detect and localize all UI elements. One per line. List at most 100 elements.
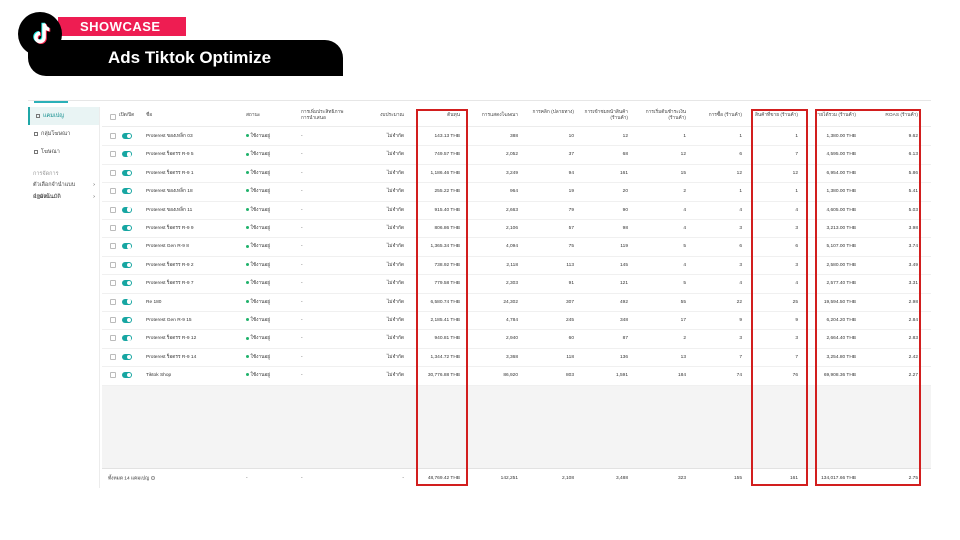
- campaign-toggle[interactable]: [122, 353, 132, 360]
- row-name[interactable]: Proterest ร็อดรร R-9 7: [146, 281, 194, 287]
- table-row[interactable]: Proterest Gen R-9 15 ใช้งานอยู่ - ไม่จำกัด 2…: [102, 312, 931, 331]
- row-name[interactable]: Proterest ร็อดรร R-9 5: [146, 152, 194, 158]
- row-checkbox[interactable]: [110, 169, 116, 176]
- row-name[interactable]: Proterest ร็อดรร R-9 9: [146, 226, 194, 232]
- header-product-views[interactable]: การเข้าชมหน้าสินค้า (ร้านค้า): [584, 110, 628, 121]
- header-recommendation[interactable]: การเพิ่มประสิทธิภาพการนำเสนอ: [301, 110, 349, 121]
- header-roas[interactable]: ROAS (ร้านค้า): [874, 113, 918, 119]
- status-text: ใช้งานอยู่: [250, 281, 271, 287]
- campaign-toggle[interactable]: [122, 335, 132, 342]
- row-name[interactable]: Proterest ร็อดรร R-9 14: [146, 355, 196, 361]
- row-name[interactable]: Proterest Gen R-9 15: [146, 318, 192, 324]
- campaign-toggle[interactable]: [122, 261, 132, 268]
- campaign-toggle[interactable]: [122, 169, 132, 176]
- row-checkbox[interactable]: [110, 372, 116, 379]
- header-items-sold[interactable]: สินค้าที่ขาย (ร้านค้า): [754, 113, 798, 119]
- row-checkbox[interactable]: [110, 206, 116, 213]
- row-name[interactable]: Proterest ของเหล็ก 03: [146, 134, 193, 140]
- row-checkbox[interactable]: [110, 353, 116, 360]
- row-budget: ไม่จำกัด: [386, 354, 404, 360]
- row-checkbox[interactable]: [110, 261, 116, 268]
- row-cost: 1,365.34 THB: [430, 244, 460, 250]
- table-row[interactable]: Proterest ร็อดรร R-9 2 ใช้งานอยู่ - ไม่จำกั…: [102, 257, 931, 276]
- status-text: ใช้งานอยู่: [250, 152, 271, 158]
- sidebar-item-campaigns[interactable]: แคมเปญ: [28, 107, 99, 125]
- row-checkbox[interactable]: [110, 280, 116, 287]
- row-views: 98: [622, 226, 628, 231]
- header-purchases[interactable]: การซื้อ (ร้านค้า): [700, 113, 742, 119]
- table-row[interactable]: Proterest ร็อดรร R-9 1 ใช้งานอยู่ - ไม่จำกั…: [102, 165, 931, 184]
- header-status[interactable]: สถานะ: [246, 113, 260, 119]
- sidebar-subitem-bulk[interactable]: ตัวเลือกจำนำแบบจำนวน... ›: [28, 179, 99, 200]
- row-recommendation: -: [301, 262, 303, 268]
- campaign-toggle[interactable]: [122, 317, 132, 323]
- status-badge: ใช้งานอยู่: [246, 336, 270, 342]
- row-purchases: 6: [739, 152, 742, 158]
- table-row[interactable]: Proterest ร็อดรร R-9 12 ใช้งานอยู่ - ไม่จำก…: [102, 330, 931, 349]
- select-all-checkbox[interactable]: [110, 114, 116, 120]
- campaign-toggle[interactable]: [122, 188, 132, 195]
- status-dot-icon: [246, 299, 249, 303]
- status-badge: ใช้งานอยู่: [246, 226, 270, 232]
- footer-clicks: 2,108: [561, 476, 574, 481]
- row-checkbox[interactable]: [110, 317, 116, 323]
- campaign-toggle[interactable]: [122, 298, 132, 305]
- row-checkbox[interactable]: [110, 335, 116, 342]
- table-row[interactable]: Proterest Gen R-9 8 ใช้งานอยู่ - ไม่จำกัด 1,…: [102, 238, 931, 257]
- row-name[interactable]: Proterest ของเหล็ก 18: [146, 189, 193, 195]
- header-checkout[interactable]: การเริ่มต้นชำระเงิน (ร้านค้า): [642, 110, 686, 121]
- row-views: 119: [620, 244, 628, 250]
- table-row[interactable]: Proterest ร็อดรร R-9 7 ใช้งานอยู่ - ไม่จำกั…: [102, 275, 931, 294]
- row-checkbox[interactable]: [110, 188, 116, 195]
- campaign-toggle[interactable]: [122, 225, 132, 231]
- campaign-toggle[interactable]: [122, 133, 132, 139]
- campaign-toggle[interactable]: [122, 206, 132, 213]
- row-checkbox[interactable]: [110, 298, 116, 305]
- campaign-toggle[interactable]: [122, 280, 132, 287]
- row-name[interactable]: Tiktok Shop: [146, 373, 171, 379]
- sidebar-item-ads[interactable]: โฆษณา: [28, 143, 99, 161]
- row-name[interactable]: Proterest ร็อดรร R-9 1: [146, 171, 194, 177]
- status-badge: ใช้งานอยู่: [246, 300, 270, 306]
- row-checkbox[interactable]: [110, 151, 116, 158]
- campaign-toggle[interactable]: [122, 151, 132, 158]
- row-name[interactable]: Proterest Gen R-9 8: [146, 244, 189, 250]
- row-checkbox[interactable]: [110, 133, 116, 139]
- row-checkbox[interactable]: [110, 243, 116, 250]
- row-name[interactable]: Proterest ของเหล็ก 11: [146, 208, 192, 214]
- header-revenue[interactable]: รายได้รวม (ร้านค้า): [810, 113, 856, 119]
- row-recommendation: -: [301, 207, 303, 213]
- row-name[interactable]: Proterest ร็อดรร R-9 12: [146, 336, 196, 342]
- header-name[interactable]: ชื่อ: [146, 113, 152, 119]
- table-row[interactable]: Proterest ของเหล็ก 18 ใช้งานอยู่ - ไม่จำกัด…: [102, 183, 931, 202]
- table-row[interactable]: Proterest ของเหล็ก 11 ใช้งานอยู่ - ไม่จำกัด…: [102, 202, 931, 220]
- header-impressions[interactable]: การแสดงโฆษณา: [474, 113, 518, 119]
- campaign-toggle[interactable]: [122, 372, 132, 379]
- row-purchases: 3: [739, 262, 742, 268]
- table-row[interactable]: Tiktok Shop ใช้งานอยู่ - ไม่จำกัด 30,776.88 …: [102, 367, 931, 386]
- row-recommendation: -: [301, 318, 303, 323]
- table-row[interactable]: Proterest ร็อดรร R-9 9 ใช้งานอยู่ - ไม่จำกั…: [102, 220, 931, 239]
- row-checkbox[interactable]: [110, 225, 116, 231]
- table-row[interactable]: Proterest ร็อดรร R-9 14 ใช้งานอยู่ - ไม่จำก…: [102, 349, 931, 368]
- header-clicks[interactable]: การคลิก (ปลายทาง): [532, 110, 574, 116]
- header-toggle: เปิด/ปิด: [119, 113, 135, 118]
- campaign-toggle[interactable]: [122, 243, 132, 250]
- sidebar-subitem-rules[interactable]: กฎอัตโนมัติ ›: [28, 191, 99, 203]
- row-name[interactable]: Re 180: [146, 300, 161, 306]
- table-row[interactable]: Re 180 ใช้งานอยู่ - ไม่จำกัด 6,580.74 THB 24,…: [102, 294, 931, 312]
- table-row[interactable]: Proterest ของเหล็ก 03 ใช้งานอยู่ - ไม่จำกัด…: [102, 128, 931, 147]
- row-revenue: 1,380.00 THB: [826, 134, 856, 139]
- table-row[interactable]: Proterest ร็อดรร R-9 5 ใช้งานอยู่ - ไม่จำกั…: [102, 146, 931, 165]
- row-views: 87: [622, 336, 628, 342]
- row-name[interactable]: Proterest ร็อดรร R-9 2: [146, 263, 194, 269]
- row-views: 136: [619, 354, 628, 360]
- status-badge: ใช้งานอยู่: [246, 189, 270, 195]
- info-icon[interactable]: [151, 476, 156, 480]
- header-cost[interactable]: ต้นทุน: [420, 113, 460, 119]
- status-dot-icon: [246, 152, 249, 156]
- row-items: 4: [795, 207, 798, 213]
- header-budget[interactable]: งบประมาณ: [364, 113, 404, 119]
- status-text: ใช้งานอยู่: [250, 226, 271, 231]
- sidebar-item-adgroups[interactable]: กลุ่มโฆษณา: [28, 125, 99, 143]
